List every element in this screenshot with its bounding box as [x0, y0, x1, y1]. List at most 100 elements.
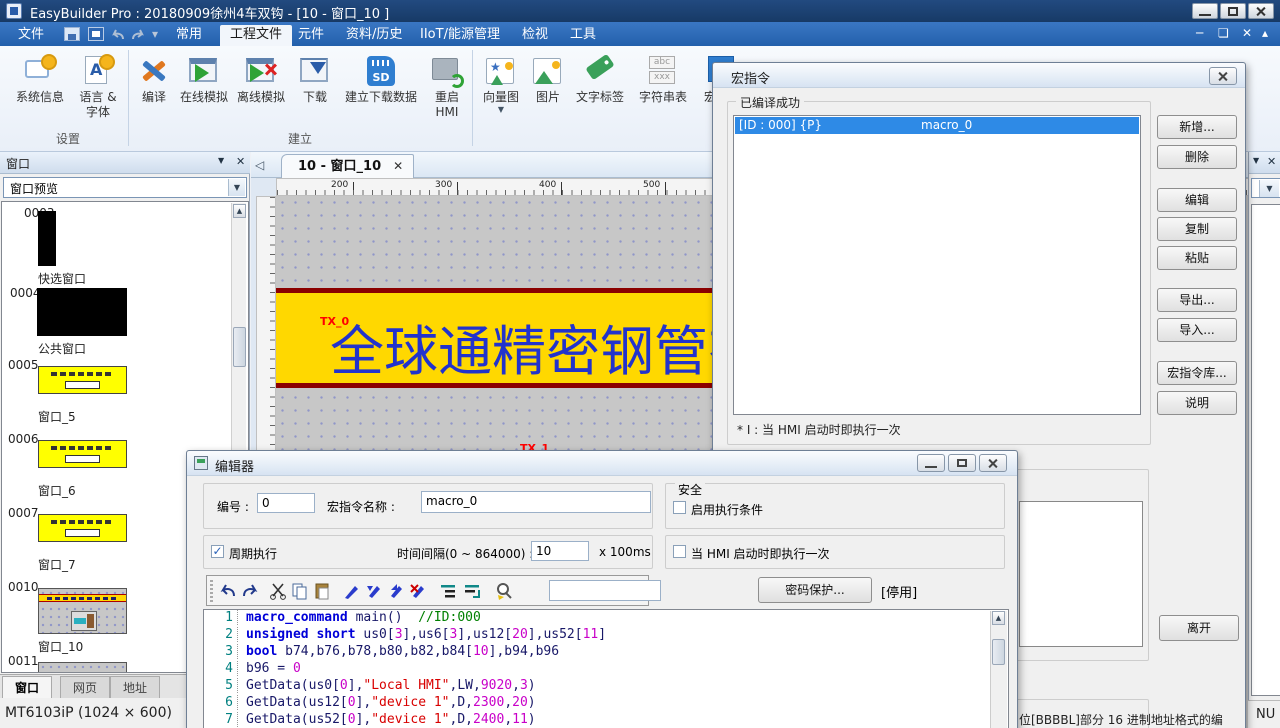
macro-import-button[interactable]: 导入...: [1157, 318, 1237, 342]
close-button[interactable]: [1248, 3, 1274, 19]
dock-combo-dropdown-icon[interactable]: ▼: [1259, 180, 1279, 197]
periodic-checkbox[interactable]: ✓: [211, 545, 224, 558]
tab-common[interactable]: 常用: [166, 25, 212, 46]
cut-icon[interactable]: [269, 582, 287, 600]
macro-delete-button[interactable]: 删除: [1157, 145, 1237, 169]
vector-dropdown-icon[interactable]: ▼: [478, 105, 524, 114]
password-protect-button[interactable]: 密码保护...: [758, 577, 872, 603]
code-line[interactable]: 7GetData(us52[0],"device 1",D,2400,11): [204, 712, 1008, 728]
copy-icon[interactable]: [291, 582, 309, 600]
search-input[interactable]: [549, 580, 661, 601]
code-line[interactable]: 2unsigned short us0[3],us6[3],us12[20],u…: [204, 627, 1008, 644]
window-thumbnail[interactable]: [38, 588, 127, 634]
scroll-up-icon[interactable]: ▲: [992, 611, 1005, 625]
window-thumbnail[interactable]: [37, 288, 127, 336]
panel-menu-icon[interactable]: ▼: [218, 156, 224, 165]
mdi-close-icon[interactable]: ✕: [1242, 26, 1252, 40]
dock-close-icon[interactable]: ✕: [1267, 155, 1276, 168]
minimize-button[interactable]: [1192, 3, 1218, 19]
indent-icon[interactable]: [439, 582, 457, 600]
code-editor[interactable]: 1macro_command main() //ID:0002unsigned …: [203, 609, 1009, 728]
editor-dialog-titlebar[interactable]: 编辑器: [187, 451, 1017, 476]
picture-button[interactable]: 图片: [528, 50, 568, 148]
paste-icon[interactable]: [313, 582, 331, 600]
canvas-tab[interactable]: 10 - 窗口_10✕: [281, 154, 414, 178]
tab-view[interactable]: 检视: [512, 25, 558, 46]
macro-paste-button[interactable]: 粘贴: [1157, 246, 1237, 270]
code-line[interactable]: 3bool b74,b76,b78,b80,b82,b84[10],b94,b9…: [204, 644, 1008, 661]
dock-list[interactable]: [1251, 204, 1280, 696]
code-scrollbar[interactable]: ▲: [990, 611, 1007, 728]
scroll-thumb[interactable]: [992, 639, 1005, 665]
vector-shape-button[interactable]: ★ 向量图 ▼: [478, 50, 524, 148]
redo-icon[interactable]: [130, 29, 146, 41]
editor-close-button[interactable]: [979, 454, 1007, 472]
scroll-up-icon[interactable]: ▲: [233, 204, 246, 218]
window-thumbnail[interactable]: [38, 440, 127, 468]
panel-close-icon[interactable]: ✕: [236, 155, 245, 168]
tab-data-history[interactable]: 资料/历史: [336, 25, 412, 46]
dock-combo[interactable]: ▼: [1251, 178, 1280, 198]
editor-icon: [194, 456, 208, 470]
mdi-restore-icon[interactable]: ❏: [1218, 26, 1229, 40]
exec-condition-checkbox[interactable]: [673, 501, 686, 514]
macro-list[interactable]: [ID : 000] {P} macro_0: [733, 115, 1141, 415]
file-menu[interactable]: 文件: [8, 25, 54, 46]
window-thumbnail[interactable]: [38, 211, 56, 266]
ribbon-collapse-icon[interactable]: ▴: [1262, 26, 1268, 40]
macro-help-button[interactable]: 说明: [1157, 391, 1237, 415]
tab-scroll-left-icon[interactable]: ◁: [255, 158, 264, 172]
export-icon[interactable]: [88, 27, 104, 41]
pen-icon[interactable]: [343, 582, 361, 600]
scroll-thumb[interactable]: [233, 327, 246, 367]
macro-export-button[interactable]: 导出...: [1157, 288, 1237, 312]
outdent-icon[interactable]: [463, 582, 481, 600]
tab-object[interactable]: 元件: [288, 25, 334, 46]
editor-minimize-button[interactable]: [917, 454, 945, 472]
macro-id-input[interactable]: 0: [257, 493, 315, 513]
macro-name-input[interactable]: macro_0: [421, 491, 651, 513]
string-table-button[interactable]: abcxxx 字符串表: [634, 50, 692, 148]
code-line[interactable]: 4b96 = 0: [204, 661, 1008, 678]
text-tag-button[interactable]: 文字标签: [572, 50, 628, 148]
code-line[interactable]: 1macro_command main() //ID:000: [204, 610, 1008, 627]
mdi-minimize-icon[interactable]: ─: [1196, 26, 1203, 40]
run-on-startup-checkbox[interactable]: [673, 545, 686, 558]
undo-icon[interactable]: [110, 29, 126, 41]
dialog-close-button[interactable]: [1209, 67, 1237, 85]
panel-tab-address[interactable]: 地址: [110, 676, 160, 699]
macro-list-row-selected[interactable]: [ID : 000] {P} macro_0: [735, 117, 1139, 134]
pen-delete-icon[interactable]: [409, 582, 427, 600]
window-thumbnail[interactable]: [38, 662, 127, 673]
undo-icon[interactable]: [219, 582, 237, 600]
tab-project-file[interactable]: 工程文件: [220, 25, 292, 46]
window-thumbnail[interactable]: [38, 514, 127, 542]
banner-text-object[interactable]: TX_0 全球通精密钢管有限: [276, 288, 717, 388]
dock-menu-icon[interactable]: ▼: [1253, 156, 1259, 165]
interval-input[interactable]: 10: [531, 541, 589, 561]
macro-edit-button[interactable]: 编辑: [1157, 188, 1237, 212]
restore-button[interactable]: [1220, 3, 1246, 19]
macro-exit-button[interactable]: 离开: [1159, 615, 1239, 641]
window-thumbnail[interactable]: [38, 366, 127, 394]
combo-dropdown-icon[interactable]: ▼: [228, 179, 245, 196]
save-icon[interactable]: [64, 27, 80, 41]
find-icon[interactable]: [495, 582, 513, 600]
macro-dialog-titlebar[interactable]: 宏指令: [713, 63, 1245, 88]
code-line[interactable]: 6GetData(us12[0],"device 1",D,2300,20): [204, 695, 1008, 712]
quick-access-dropdown-icon[interactable]: ▾: [152, 27, 158, 41]
pen-next-icon[interactable]: [365, 582, 383, 600]
editor-restore-button[interactable]: [948, 454, 976, 472]
pen-prev-icon[interactable]: [387, 582, 405, 600]
macro-library-button[interactable]: 宏指令库...: [1157, 361, 1237, 385]
tab-close-icon[interactable]: ✕: [393, 159, 403, 173]
preview-mode-select[interactable]: 窗口预览 ▼: [3, 177, 247, 198]
macro-copy-button[interactable]: 复制: [1157, 217, 1237, 241]
code-line[interactable]: 5GetData(us0[0],"Local HMI",LW,9020,3): [204, 678, 1008, 695]
tab-tool[interactable]: 工具: [560, 25, 606, 46]
redo-icon[interactable]: [241, 582, 259, 600]
panel-tab-webpage[interactable]: 网页: [60, 676, 110, 699]
panel-tab-window[interactable]: 窗口: [2, 676, 52, 699]
tab-iiot-energy[interactable]: IIoT/能源管理: [410, 25, 510, 46]
macro-new-button[interactable]: 新增...: [1157, 115, 1237, 139]
